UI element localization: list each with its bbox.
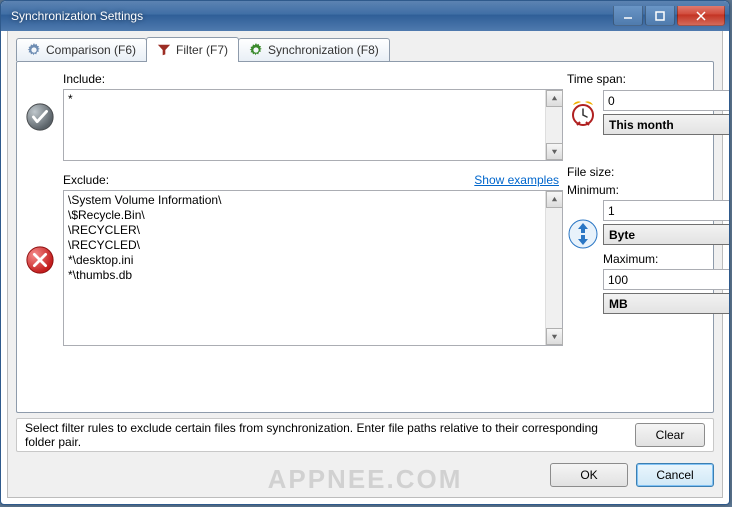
tab-page-filter: Include: — [16, 61, 714, 413]
tab-label: Comparison (F6) — [46, 43, 136, 57]
client-area: Comparison (F6) Filter (F7) Synchronizat… — [7, 31, 723, 498]
minimum-label: Minimum: — [567, 183, 703, 197]
include-textbox[interactable] — [63, 89, 563, 161]
checkmark-circle-icon — [25, 102, 55, 132]
filesize-group: File size: Minimum: — [567, 165, 703, 314]
clear-button[interactable]: Clear — [635, 423, 705, 447]
include-textarea[interactable] — [64, 90, 545, 160]
scroll-down-button[interactable] — [546, 328, 563, 345]
gear-icon — [27, 43, 41, 57]
tab-label: Synchronization (F8) — [268, 43, 379, 57]
close-button[interactable] — [677, 6, 725, 26]
scroll-up-button[interactable] — [546, 90, 563, 107]
cancel-button[interactable]: Cancel — [636, 463, 714, 487]
tab-label: Filter (F7) — [176, 43, 228, 57]
minimum-value-input[interactable] — [603, 200, 730, 221]
exclude-group: Exclude: Show examples — [25, 173, 563, 346]
alarm-clock-icon — [567, 97, 599, 129]
timespan-label: Time span: — [567, 72, 703, 86]
exclude-label: Exclude: — [63, 173, 109, 187]
maximum-unit-dropdown[interactable]: MB — [603, 293, 730, 314]
tabstrip: Comparison (F6) Filter (F7) Synchronizat… — [16, 38, 389, 63]
tab-filter[interactable]: Filter (F7) — [146, 37, 239, 62]
hint-text: Select filter rules to exclude certain f… — [25, 421, 635, 449]
ok-button[interactable]: OK — [550, 463, 628, 487]
tab-comparison[interactable]: Comparison (F6) — [16, 38, 147, 61]
include-group: Include: — [25, 72, 563, 161]
gear-icon — [249, 43, 263, 57]
minimize-button[interactable] — [613, 6, 643, 26]
filesize-label: File size: — [567, 165, 703, 179]
dialog-window: Synchronization Settings Comparison (F6)… — [0, 0, 730, 505]
up-down-arrows-icon — [567, 218, 599, 250]
scrollbar[interactable] — [545, 191, 562, 345]
exclude-textarea[interactable] — [64, 191, 545, 345]
window-buttons — [613, 6, 725, 26]
scrollbar[interactable] — [545, 90, 562, 160]
timespan-group: Time span: — [567, 72, 703, 135]
scroll-down-button[interactable] — [546, 143, 563, 160]
filter-icon — [157, 43, 171, 57]
maximum-label: Maximum: — [603, 252, 730, 266]
titlebar[interactable]: Synchronization Settings — [1, 1, 729, 31]
dialog-buttons: OK Cancel — [550, 463, 714, 487]
timespan-value-input[interactable] — [603, 90, 730, 111]
scroll-up-button[interactable] — [546, 191, 563, 208]
include-label: Include: — [63, 72, 105, 86]
x-circle-icon — [25, 245, 55, 275]
window-title: Synchronization Settings — [11, 9, 613, 23]
tab-synchronization[interactable]: Synchronization (F8) — [238, 38, 390, 61]
maximize-button[interactable] — [645, 6, 675, 26]
timespan-unit-dropdown[interactable]: This month — [603, 114, 730, 135]
hint-panel: Select filter rules to exclude certain f… — [16, 418, 714, 452]
exclude-textbox[interactable] — [63, 190, 563, 346]
show-examples-link[interactable]: Show examples — [474, 173, 559, 187]
minimum-unit-dropdown[interactable]: Byte — [603, 224, 730, 245]
maximum-value-input[interactable] — [603, 269, 730, 290]
